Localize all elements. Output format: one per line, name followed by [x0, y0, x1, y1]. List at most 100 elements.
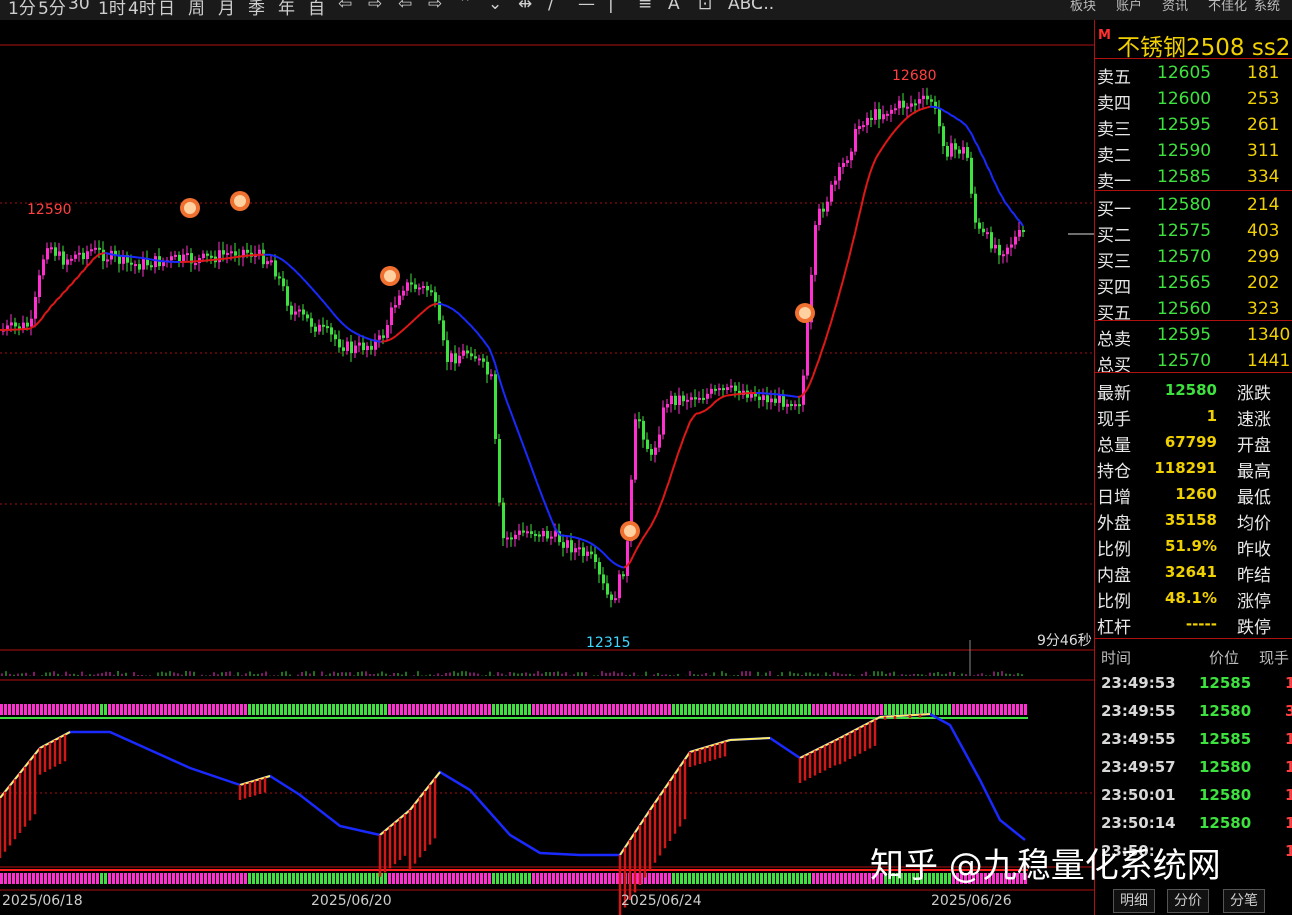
toolbar-item[interactable]: 季	[248, 0, 265, 19]
signal-bar-top	[836, 704, 839, 715]
signal-bar-top	[608, 704, 611, 715]
signal-bar-bottom	[56, 873, 59, 884]
signal-bar-top	[960, 704, 963, 715]
signal-bar-bottom	[376, 873, 379, 884]
toolbar-item[interactable]: 30	[68, 0, 90, 14]
row-volume: 181	[1247, 63, 1280, 83]
signal-bar-bottom	[696, 873, 699, 884]
signal-bar-bottom	[236, 873, 239, 884]
toolbar-item[interactable]: —	[578, 0, 595, 14]
toolbar-item[interactable]: ⇦	[398, 0, 412, 14]
row-volume: 311	[1247, 141, 1280, 161]
signal-bar-bottom	[804, 873, 807, 884]
candle-body	[202, 253, 205, 259]
toolbar-item[interactable]: 1时	[98, 0, 126, 19]
stat-label: 外盘	[1097, 514, 1131, 534]
ma-segment	[953, 115, 958, 120]
ma-segment	[548, 513, 553, 522]
ma-segment	[833, 301, 838, 313]
toolbar-item[interactable]: 年	[278, 0, 295, 19]
ma-segment	[431, 303, 436, 307]
toolbar-item[interactable]: 周	[188, 0, 205, 19]
toolbar-item[interactable]: ⇨	[428, 0, 442, 14]
ma-segment	[296, 271, 301, 277]
candle-body	[982, 228, 985, 233]
ma-segment	[596, 546, 601, 551]
candle-body	[526, 531, 529, 534]
signal-bar-bottom	[268, 873, 271, 884]
candle-body	[334, 334, 337, 340]
stat-label-right: 昨收	[1237, 540, 1271, 560]
signal-bar-top	[988, 704, 991, 715]
signal-bar-bottom	[560, 873, 563, 884]
candle-body	[698, 397, 701, 400]
toolbar-menu-item[interactable]: 不佳化	[1208, 0, 1247, 14]
toolbar-item[interactable]: /	[548, 0, 554, 14]
candle-body	[674, 395, 677, 406]
kline-chart[interactable]: 12590 12680 12315 9分46秒	[0, 20, 1094, 915]
toolbar-item[interactable]: 4时	[128, 0, 156, 19]
toolbar-item[interactable]: ≡	[638, 0, 652, 14]
candle-body	[258, 249, 261, 254]
signal-bar-top	[840, 704, 843, 715]
ma-segment	[527, 457, 532, 467]
chart-labels: 12590 12680 12315 9分46秒	[27, 68, 1092, 651]
stat-label: 最新	[1097, 384, 1131, 404]
signal-bar-top	[844, 704, 847, 715]
candle-body	[226, 252, 229, 255]
candle-body	[382, 335, 385, 338]
signal-bar-top	[1024, 704, 1027, 715]
tick-price: 12585	[1199, 730, 1252, 748]
signal-bar-bottom	[520, 873, 523, 884]
candle-body	[866, 117, 869, 126]
signal-bar-top	[1000, 704, 1003, 715]
signal-bar-top	[148, 704, 151, 715]
toolbar-item[interactable]: ⌃	[458, 0, 472, 14]
toolbar-item[interactable]: |	[608, 0, 614, 14]
signal-bar-top	[652, 704, 655, 715]
ma-segment	[806, 382, 811, 391]
signal-bar-top	[280, 704, 283, 715]
toolbar-item[interactable]: 自	[308, 0, 325, 19]
stat-value: 1260	[1175, 485, 1217, 503]
toolbar-item[interactable]: ⇦	[338, 0, 352, 14]
tab-price[interactable]: 分价	[1167, 889, 1209, 913]
signal-bar-bottom	[164, 873, 167, 884]
toolbar-menu-item[interactable]: 系统	[1254, 0, 1280, 14]
toolbar-item[interactable]: 5分	[38, 0, 66, 19]
toolbar-item[interactable]: ⇹	[518, 0, 532, 14]
toolbar-item[interactable]: ⌄	[488, 0, 502, 14]
toolbar-item[interactable]: ⊡	[698, 0, 712, 14]
toolbar-item[interactable]: 日	[158, 0, 175, 19]
ma-segment	[662, 489, 667, 500]
signal-bar-bottom	[292, 873, 295, 884]
bid-row: 买一 12580 214	[1095, 192, 1292, 220]
toolbar-menu-item[interactable]: 板块	[1070, 0, 1096, 14]
candle-body	[706, 393, 709, 399]
candle-body	[694, 397, 697, 400]
toolbar-item[interactable]: 1分	[8, 0, 36, 19]
signal-bar-bottom	[548, 873, 551, 884]
ma-segment	[485, 343, 490, 349]
candle-body	[686, 399, 689, 402]
candle-body	[878, 109, 881, 120]
signal-bar-top	[900, 704, 903, 715]
ma-segment	[1010, 209, 1015, 215]
candle-body	[218, 250, 221, 263]
instrument-name[interactable]: 不锈钢2508 ss2	[1117, 28, 1290, 62]
toolbar-menu-item[interactable]: 账户	[1116, 0, 1142, 14]
signal-bar-bottom	[196, 873, 199, 884]
signal-bar-bottom	[656, 873, 659, 884]
signal-bar-top	[564, 704, 567, 715]
toolbar-item[interactable]: A	[668, 0, 680, 14]
toolbar-item[interactable]: ⇨	[368, 0, 382, 14]
tab-tick[interactable]: 分笔	[1223, 889, 1265, 913]
tab-detail[interactable]: 明细	[1113, 889, 1155, 913]
signal-bar-bottom	[204, 873, 207, 884]
toolbar-item[interactable]: ...	[758, 0, 774, 14]
signal-bar-top	[360, 704, 363, 715]
toolbar-menu-item[interactable]: 资讯	[1162, 0, 1188, 14]
candle-body	[562, 542, 565, 548]
toolbar-item[interactable]: 月	[218, 0, 235, 19]
ma-segment	[518, 433, 523, 443]
